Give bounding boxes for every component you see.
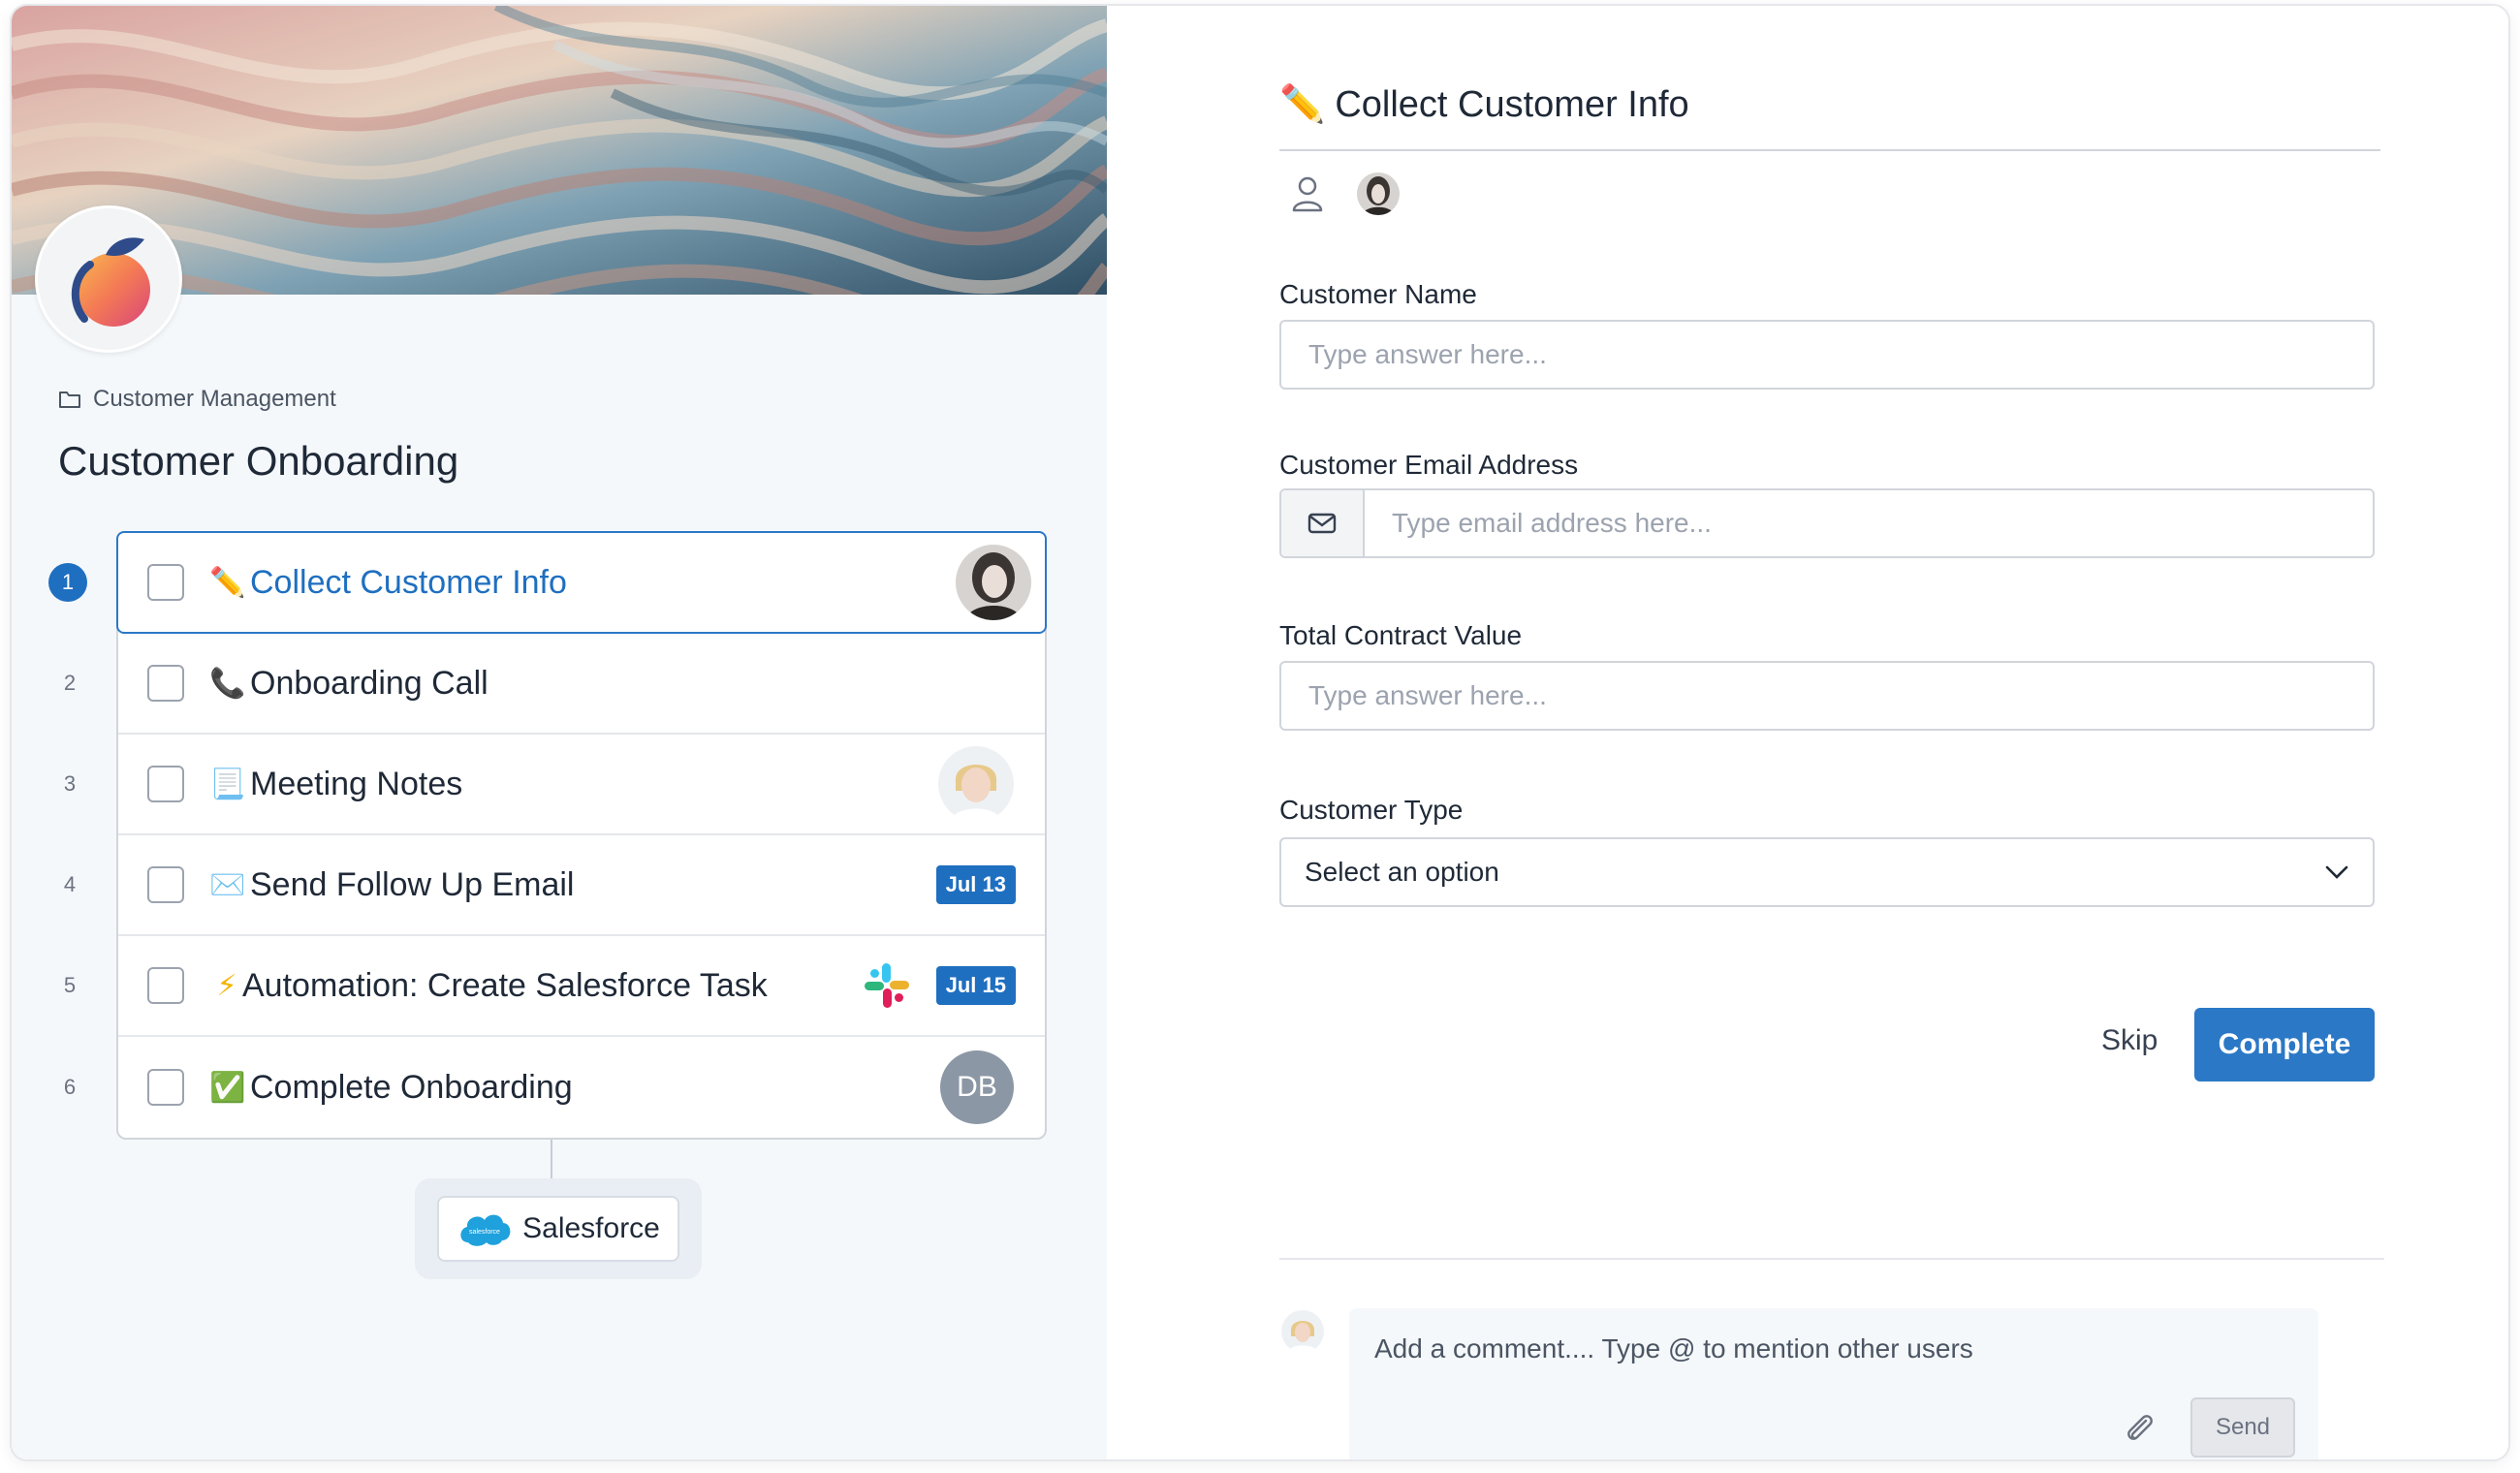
- task-row-collect-customer-info[interactable]: 1 ✏️ Collect Customer Info: [48, 531, 1047, 634]
- task-detail-panel: ✏️ Collect Customer Info Customer Name C…: [1107, 6, 2508, 1459]
- customer-email-input[interactable]: [1365, 490, 2373, 556]
- task-detail-title-text: Collect Customer Info: [1335, 83, 1689, 125]
- email-addon: [1281, 490, 1365, 556]
- integration-container: salesforce Salesforce: [415, 1178, 702, 1279]
- customer-type-label: Customer Type: [1279, 795, 1464, 825]
- task-number: 4: [63, 872, 77, 896]
- task-row-send-follow-up-email[interactable]: 4 ✉️ Send Follow Up Email Jul 13: [64, 835, 1045, 936]
- send-button[interactable]: Send: [2190, 1397, 2295, 1457]
- task-checkbox[interactable]: [147, 866, 184, 903]
- customer-email-field[interactable]: [1279, 488, 2375, 558]
- lightning-icon: ⚡: [216, 969, 237, 1002]
- task-number: 1: [48, 563, 87, 602]
- task-row-automation-salesforce[interactable]: 5 ⚡ Automation: Create Salesforce Task J…: [64, 936, 1045, 1037]
- comment-placeholder: Add a comment.... Type @ to mention othe…: [1374, 1333, 1973, 1363]
- breadcrumb-folder[interactable]: Customer Management: [93, 386, 336, 413]
- assignee-avatar[interactable]: [1357, 172, 1400, 215]
- workflow-logo: [35, 205, 182, 353]
- customer-type-select[interactable]: Select an option: [1279, 837, 2375, 907]
- divider: [1279, 149, 2380, 151]
- task-checkbox[interactable]: [147, 967, 184, 1004]
- task-detail-title: ✏️ Collect Customer Info: [1279, 83, 1689, 126]
- envelope-icon: [1307, 513, 1337, 534]
- task-row-complete-onboarding[interactable]: 6 ✅ Complete Onboarding DB: [64, 1037, 1045, 1138]
- customer-name-label: Customer Name: [1279, 279, 1477, 309]
- check-mark-icon: ✅: [209, 1071, 246, 1104]
- task-label: Automation: Create Salesforce Task: [242, 966, 768, 1004]
- workflow-title: Customer Onboarding: [58, 438, 459, 484]
- pencil-icon: ✏️: [209, 566, 246, 599]
- integration-name: Salesforce: [522, 1212, 660, 1244]
- chevron-down-icon: [2325, 865, 2348, 879]
- assign-user-icon[interactable]: [1291, 175, 1324, 212]
- current-user-avatar: [1281, 1310, 1324, 1353]
- task-checkbox[interactable]: [147, 665, 184, 702]
- due-date-badge: Jul 15: [935, 966, 1016, 1005]
- divider: [1279, 1258, 2384, 1260]
- task-number: 5: [63, 973, 77, 997]
- paperclip-icon[interactable]: [2123, 1409, 2156, 1446]
- skip-button[interactable]: Skip: [2086, 1004, 2173, 1078]
- due-date-badge: Jul 13: [935, 865, 1016, 904]
- task-label: Complete Onboarding: [250, 1068, 573, 1106]
- assignee-initials-avatar[interactable]: DB: [940, 1050, 1014, 1124]
- task-checkbox[interactable]: [147, 1069, 184, 1106]
- folder-icon: [59, 392, 80, 408]
- customer-email-label: Customer Email Address: [1279, 450, 1579, 480]
- comment-input[interactable]: Add a comment.... Type @ to mention othe…: [1349, 1308, 2318, 1459]
- task-list: 1 ✏️ Collect Customer Info 2 📞 Onboardin…: [48, 531, 1047, 1140]
- task-number: 6: [63, 1075, 77, 1099]
- contract-value-label: Total Contract Value: [1279, 620, 1523, 650]
- task-number: 3: [63, 771, 77, 796]
- task-row-onboarding-call[interactable]: 2 📞 Onboarding Call: [64, 634, 1045, 735]
- task-checkbox[interactable]: [147, 564, 184, 601]
- task-label: Collect Customer Info: [250, 563, 567, 601]
- assignee-avatar[interactable]: [938, 746, 1014, 822]
- svg-text:salesforce: salesforce: [469, 1229, 500, 1236]
- task-label: Send Follow Up Email: [250, 865, 575, 903]
- salesforce-cloud-icon: salesforce: [460, 1214, 511, 1246]
- complete-button[interactable]: Complete: [2194, 1008, 2375, 1081]
- task-label: Onboarding Call: [250, 664, 488, 702]
- slack-icon: [865, 963, 909, 1008]
- app-window: Customer Management Customer Onboarding …: [10, 4, 2510, 1461]
- customer-name-input[interactable]: [1279, 320, 2375, 390]
- task-label: Meeting Notes: [250, 765, 463, 802]
- task-row-meeting-notes[interactable]: 3 📃 Meeting Notes: [64, 735, 1045, 835]
- phone-icon: 📞: [209, 667, 246, 700]
- peach-logo-icon: [71, 237, 150, 327]
- workflow-panel: Customer Management Customer Onboarding …: [12, 6, 1107, 1459]
- page-icon: 📃: [209, 768, 246, 800]
- pencil-icon: ✏️: [1279, 84, 1326, 125]
- assignee-avatar[interactable]: [956, 545, 1031, 620]
- breadcrumb[interactable]: Customer Management: [58, 386, 336, 413]
- contract-value-input[interactable]: [1279, 661, 2375, 731]
- envelope-icon: ✉️: [209, 868, 246, 901]
- salesforce-integration-chip[interactable]: salesforce Salesforce: [437, 1196, 679, 1262]
- task-number: 2: [63, 671, 77, 695]
- task-checkbox[interactable]: [147, 766, 184, 802]
- connector-line: [551, 1140, 552, 1178]
- select-value: Select an option: [1305, 857, 1499, 887]
- assignees-row: [1291, 172, 1400, 215]
